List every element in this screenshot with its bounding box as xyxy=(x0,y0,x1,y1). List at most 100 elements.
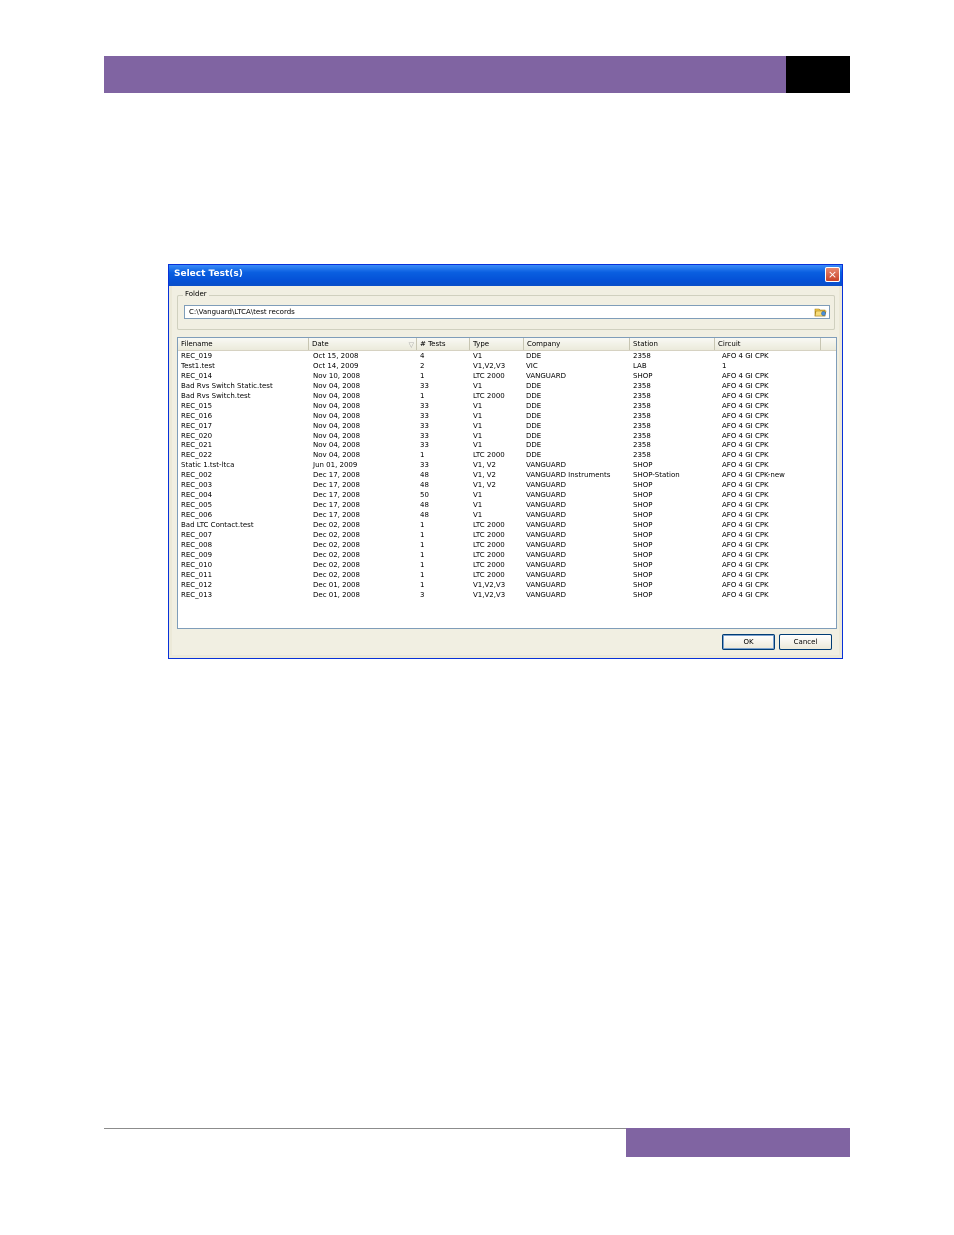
folder-browse-icon[interactable] xyxy=(814,307,827,317)
cell-station: SHOP xyxy=(633,511,653,519)
cell-circuit: AFO 4 GI CPK xyxy=(722,560,769,569)
cell-date: Nov 04, 2008 xyxy=(313,421,361,430)
table-row[interactable]: REC_019 Oct 15, 2008 4 V1 DDE 2358 AFO 4 GI CP… xyxy=(178,351,836,361)
cell-type: V1 xyxy=(473,352,483,360)
cell-circuit: AFO 4 GI CPK xyxy=(722,391,769,400)
table-row[interactable]: REC_017 Nov 04, 2008 33 V1 DDE 2358 AFO 4 GI C… xyxy=(178,421,836,431)
column-header-circuit[interactable]: Circuit xyxy=(715,338,821,350)
cell-date: Dec 02, 2008 xyxy=(313,550,360,559)
cancel-button[interactable]: Cancel xyxy=(779,634,832,650)
table-row[interactable]: REC_010 Dec 02, 2008 1 LTC 2000 VANGUARD SHOP… xyxy=(178,560,836,570)
cell-tests: 1 xyxy=(420,451,425,460)
cell-company: DDE xyxy=(526,431,542,440)
cell-date: Nov 04, 2008 xyxy=(313,441,361,450)
sort-indicator-icon: ▽ xyxy=(408,341,414,349)
cell-station: 2358 xyxy=(633,441,651,450)
table-row[interactable]: Test1.test Oct 14, 2009 2 V1,V2,V3 VIC LAB 1 xyxy=(178,361,836,371)
column-header-company[interactable]: Company xyxy=(524,338,630,350)
table-row[interactable]: REC_016 Nov 04, 2008 33 V1 DDE 2358 AFO 4 GI C… xyxy=(178,411,836,421)
cell-filename: Static 1.tst-ltca xyxy=(181,461,235,470)
cell-filename: REC_012 xyxy=(181,580,213,589)
cell-filename: REC_011 xyxy=(181,570,213,579)
column-header-station[interactable]: Station xyxy=(630,338,715,350)
cell-date: Nov 04, 2008 xyxy=(313,451,361,460)
folder-group: Folder C:\Vanguard\LTCA\test records xyxy=(177,290,835,330)
cell-station: 2358 xyxy=(633,391,651,400)
table-row[interactable]: Static 1.tst-ltca Jun 01, 2009 33 V1, V2 VAN… xyxy=(178,460,836,470)
cell-tests: 1 xyxy=(420,580,425,589)
table-row[interactable]: REC_007 Dec 02, 2008 1 LTC 2000 VANGUARD SHOP… xyxy=(178,530,836,540)
cell-tests: 50 xyxy=(420,491,429,500)
cell-filename: REC_021 xyxy=(181,441,213,450)
cell-company: VANGUARD xyxy=(526,530,566,539)
table-row[interactable]: Bad LTC Contact.test Dec 02, 2008 1 LTC 200… xyxy=(178,520,836,530)
cell-circuit: AFO 4 GI CPK xyxy=(722,590,769,599)
cell-filename: REC_003 xyxy=(181,481,213,490)
cell-date: Dec 01, 2008 xyxy=(313,590,360,599)
cell-date: Nov 04, 2008 xyxy=(313,411,361,420)
cell-date: Oct 15, 2008 xyxy=(313,352,359,360)
cell-company: VANGUARD xyxy=(526,570,566,579)
cell-tests: 33 xyxy=(420,461,429,470)
cell-type: LTC 2000 xyxy=(473,570,505,579)
cell-filename: Bad LTC Contact.test xyxy=(181,520,254,529)
table-row[interactable]: REC_021 Nov 04, 2008 33 V1 DDE 2358 AFO 4 GI C… xyxy=(178,440,836,450)
cell-type: LTC 2000 xyxy=(473,540,505,549)
column-header-date[interactable]: Date ▽ xyxy=(309,338,417,350)
table-row[interactable]: REC_002 Dec 17, 2008 48 V1, V2 VANGUARD Inst… xyxy=(178,470,836,480)
cell-filename: Test1.test xyxy=(181,361,215,370)
cell-company: DDE xyxy=(526,421,542,430)
cell-station: SHOP xyxy=(633,530,653,539)
table-row[interactable]: REC_004 Dec 17, 2008 50 V1 VANGUARD SHOP AFO 4… xyxy=(178,490,836,500)
cell-date: Nov 04, 2008 xyxy=(313,381,361,390)
cell-company: VANGUARD xyxy=(526,550,566,559)
table-row[interactable]: REC_012 Dec 01, 2008 1 V1,V2,V3 VANGUARD SHOP… xyxy=(178,580,836,590)
table-row[interactable]: REC_009 Dec 02, 2008 1 LTC 2000 VANGUARD SHOP… xyxy=(178,550,836,560)
table-row[interactable]: REC_008 Dec 02, 2008 1 LTC 2000 VANGUARD SHOP… xyxy=(178,540,836,550)
table-row[interactable]: Bad Rvs Switch.test Nov 04, 2008 1 LTC 2000… xyxy=(178,391,836,401)
cell-circuit: AFO 4 GI CPK xyxy=(722,401,769,410)
cell-date: Dec 02, 2008 xyxy=(313,520,360,529)
table-row[interactable]: REC_013 Dec 01, 2008 3 V1,V2,V3 VANGUARD SHOP… xyxy=(178,590,836,600)
cell-date: Oct 14, 2009 xyxy=(313,361,359,370)
table-row[interactable]: REC_014 Nov 10, 2008 1 LTC 2000 VANGUARD SHOP… xyxy=(178,371,836,381)
cell-type: V1,V2,V3 xyxy=(473,361,506,370)
cell-date: Dec 02, 2008 xyxy=(313,540,360,549)
cell-filename: REC_005 xyxy=(181,501,213,510)
cell-company: VANGUARD Instruments xyxy=(526,471,611,480)
table-row[interactable]: REC_003 Dec 17, 2008 48 V1, V2 VANGUARD SHOP A… xyxy=(178,480,836,490)
cell-filename: REC_017 xyxy=(181,421,213,430)
cell-tests: 1 xyxy=(420,570,425,579)
cell-circuit: AFO 4 GI CPK xyxy=(722,511,769,519)
cell-station: 2358 xyxy=(633,451,651,460)
table-row[interactable]: REC_006 Dec 17, 2008 48 V1 VANGUARD SHOP AFO 4… xyxy=(178,510,836,520)
column-header-tests[interactable]: # Tests xyxy=(417,338,470,350)
close-button[interactable]: × xyxy=(825,267,840,282)
table-row[interactable]: REC_011 Dec 02, 2008 1 LTC 2000 VANGUARD SHOP… xyxy=(178,570,836,580)
cell-date: Dec 02, 2008 xyxy=(313,560,360,569)
dialog-titlebar[interactable]: Select Test(s) × xyxy=(169,265,842,286)
column-header-type[interactable]: Type xyxy=(470,338,524,350)
cell-filename: REC_010 xyxy=(181,560,213,569)
cell-company: VANGUARD xyxy=(526,560,566,569)
cell-circuit: 1 xyxy=(722,361,727,370)
dialog-body: Folder C:\Vanguard\LTCA\test records Fil… xyxy=(172,286,839,655)
table-header: Filename Date ▽ # Tests Type Company Sta… xyxy=(178,338,836,351)
cell-company: DDE xyxy=(526,381,542,390)
table-row[interactable]: Bad Rvs Switch Static.test Nov 04, 2008 33… xyxy=(178,381,836,391)
cell-type: V1,V2,V3 xyxy=(473,580,506,589)
table-row[interactable]: REC_015 Nov 04, 2008 33 V1 DDE 2358 AFO 4 GI C… xyxy=(178,401,836,411)
column-header-filename[interactable]: Filename xyxy=(178,338,309,350)
dialog-title: Select Test(s) xyxy=(174,269,243,279)
table-row[interactable]: REC_022 Nov 04, 2008 1 LTC 2000 DDE 2358 AFO 4… xyxy=(178,450,836,460)
cell-company: VIC xyxy=(526,361,538,370)
cell-type: V1, V2 xyxy=(473,461,496,470)
table-row[interactable]: REC_020 Nov 04, 2008 33 V1 DDE 2358 AFO 4 GI C… xyxy=(178,431,836,441)
folder-path-field[interactable]: C:\Vanguard\LTCA\test records xyxy=(184,305,830,319)
cell-filename: REC_016 xyxy=(181,411,213,420)
ok-button[interactable]: OK xyxy=(722,634,775,650)
table-row[interactable]: REC_005 Dec 17, 2008 48 V1 VANGUARD SHOP AFO 4… xyxy=(178,500,836,510)
select-tests-dialog: Select Test(s) × Folder C:\Vanguard\LTCA… xyxy=(168,264,843,659)
tests-table[interactable]: Filename Date ▽ # Tests Type Company Sta… xyxy=(177,337,837,629)
cell-company: DDE xyxy=(526,451,542,460)
